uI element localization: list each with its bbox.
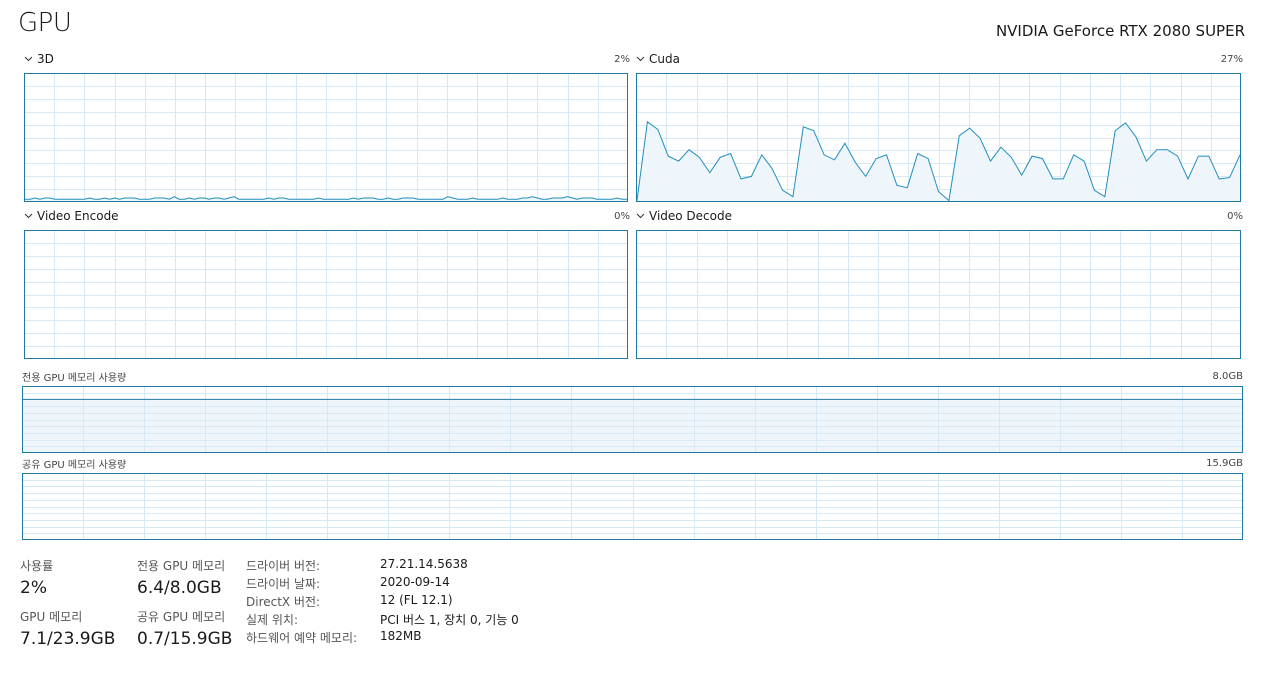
utilization-label: 사용률 xyxy=(20,559,54,573)
graph-video-encode xyxy=(24,230,628,359)
gpu-memory-value: 7.1/23.9GB xyxy=(20,629,116,649)
engine-value-video-encode: 0% xyxy=(614,211,630,222)
engine-value-cuda: 27% xyxy=(1220,54,1243,65)
page-title: GPU xyxy=(18,8,72,38)
utilization-value: 2% xyxy=(20,578,47,598)
dedicated-memory-value: 6.4/8.0GB xyxy=(137,578,222,598)
graph-video-decode xyxy=(636,230,1241,359)
dedicated-memory-graph-max: 8.0GB xyxy=(1212,371,1243,382)
driver-date-label: 드라이버 날짜: xyxy=(246,577,321,591)
engine-label-video-decode: Video Decode xyxy=(649,209,732,223)
shared-memory-label: 공유 GPU 메모리 xyxy=(137,610,226,624)
engine-selector-cuda[interactable]: Cuda xyxy=(636,52,680,66)
engine-label-cuda: Cuda xyxy=(649,52,680,66)
engine-label-video-encode: Video Encode xyxy=(37,209,119,223)
chevron-down-icon xyxy=(24,213,33,219)
shared-memory-graph xyxy=(22,473,1243,540)
chevron-down-icon xyxy=(636,56,645,62)
dedicated-memory-graph xyxy=(22,386,1243,453)
graph-3d xyxy=(24,73,628,202)
directx-version-value: 12 (FL 12.1) xyxy=(380,593,453,607)
engine-selector-video-decode[interactable]: Video Decode xyxy=(636,209,732,223)
reserved-memory-value: 182MB xyxy=(380,629,422,643)
physical-location-value: PCI 버스 1, 장치 0, 기능 0 xyxy=(380,613,519,627)
physical-location-label: 실제 위치: xyxy=(246,613,299,627)
directx-version-label: DirectX 버전: xyxy=(246,595,321,609)
shared-memory-graph-label: 공유 GPU 메모리 사용량 xyxy=(22,460,127,471)
graph-cuda xyxy=(636,73,1241,202)
shared-memory-value: 0.7/15.9GB xyxy=(137,629,233,649)
chevron-down-icon xyxy=(636,213,645,219)
dedicated-memory-label: 전용 GPU 메모리 xyxy=(137,559,226,573)
driver-version-value: 27.21.14.5638 xyxy=(380,557,468,571)
shared-memory-graph-max: 15.9GB xyxy=(1206,458,1243,469)
engine-selector-video-encode[interactable]: Video Encode xyxy=(24,209,119,223)
engine-label-3d: 3D xyxy=(37,52,54,66)
chevron-down-icon xyxy=(24,56,33,62)
driver-date-value: 2020-09-14 xyxy=(380,575,450,589)
engine-value-video-decode: 0% xyxy=(1227,211,1243,222)
engine-value-3d: 2% xyxy=(614,54,630,65)
reserved-memory-label: 하드웨어 예약 메모리: xyxy=(246,631,358,645)
engine-selector-3d[interactable]: 3D xyxy=(24,52,54,66)
device-name: NVIDIA GeForce RTX 2080 SUPER xyxy=(995,22,1245,40)
dedicated-memory-graph-label: 전용 GPU 메모리 사용량 xyxy=(22,373,127,384)
gpu-memory-label: GPU 메모리 xyxy=(20,610,83,624)
driver-version-label: 드라이버 버전: xyxy=(246,559,321,573)
